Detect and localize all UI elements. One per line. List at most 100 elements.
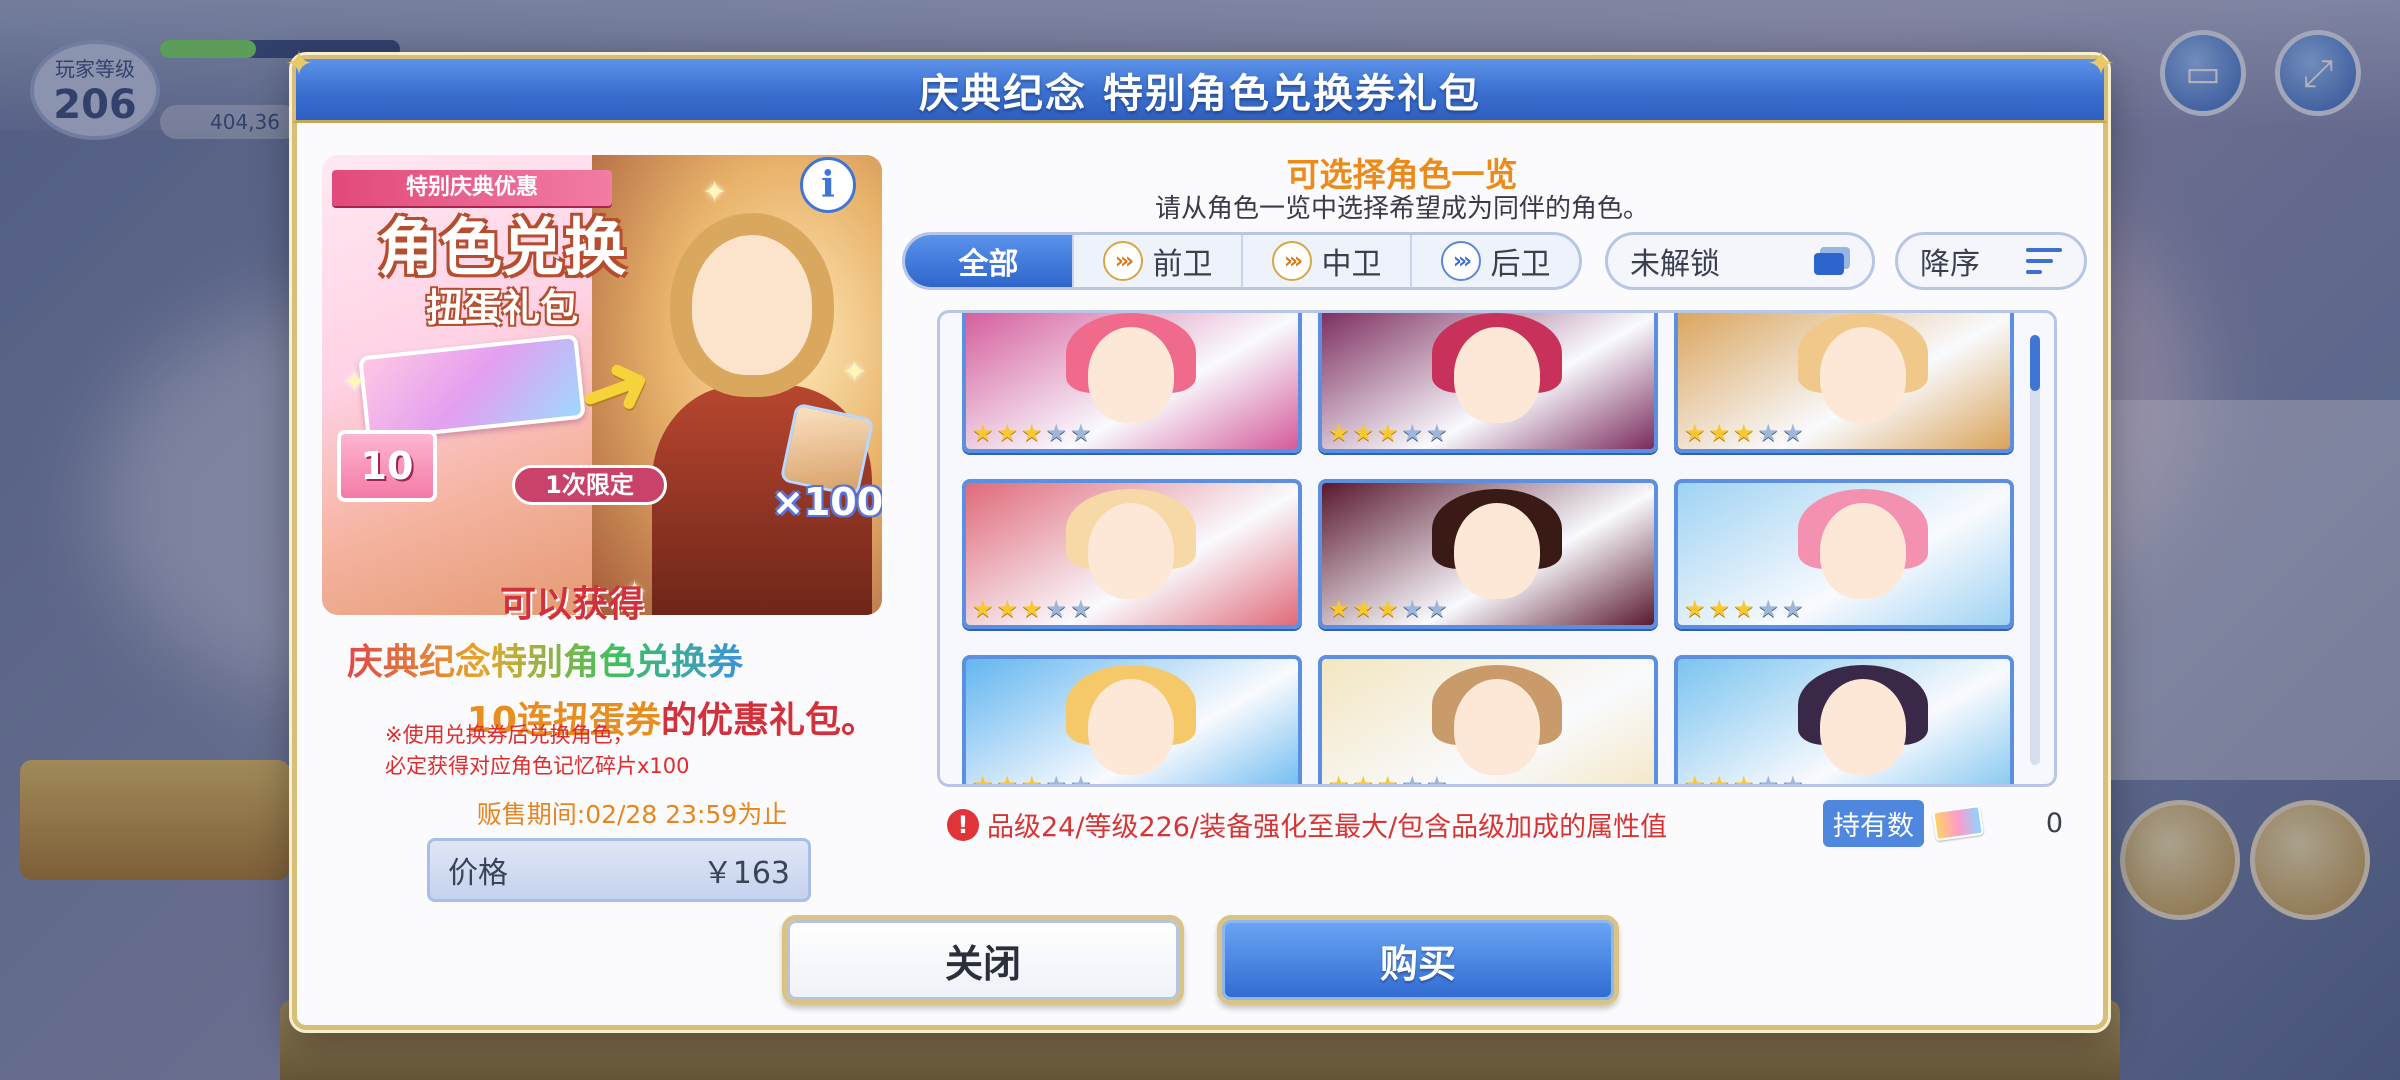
character-card[interactable]: ★ ★ ★ ★ ★ [1674,479,2014,629]
star-icon: ★ [1021,771,1043,787]
scrollbar-thumb[interactable] [2030,335,2040,391]
character-face [1088,327,1174,423]
star-icon: ★ [1733,419,1755,447]
character-card[interactable]: ★ ★ ★ ★ ★ [1318,655,1658,787]
star-icon: ★ [1328,771,1350,787]
character-card[interactable]: ★ ★ ★ ★ ★ [962,479,1302,629]
sale-period: 贩售期间:02/28 23:59为止 [476,800,788,829]
price-label: 价格 [448,856,508,891]
character-card[interactable]: ★ ★ ★ ★ ★ [1318,313,1658,453]
ticket-icon [1932,804,1984,842]
stat-notice-text: 品级24/等级226/装备强化至最大/包含品级加成的属性值 [987,812,1668,843]
star-icon: ★ [1426,595,1448,623]
character-card[interactable]: ★ ★ ★ ★ ★ [1674,655,2014,787]
star-rating: ★ ★ ★ ★ ★ [972,597,1092,621]
purchase-limit-badge: 1次限定 [512,465,667,505]
star-icon: ★ [1757,419,1780,447]
star-icon: ★ [972,419,994,447]
star-icon: ★ [1426,419,1448,447]
middle-position-icon: ››› [1271,241,1312,281]
star-icon: ★ [1352,419,1375,447]
tab-all[interactable]: 全部 [905,235,1074,287]
promo-banner: 特别庆典优惠 角色兑换 扭蛋礼包 ➜ 10 1次限定 ×100 ✦ ✦ ✦ ✦ [322,155,882,615]
star-icon: ★ [996,771,1019,787]
exchange-ticket-icon [358,333,586,442]
star-icon: ★ [1757,595,1780,623]
star-rating: ★ ★ ★ ★ ★ [1328,597,1448,621]
star-icon: ★ [1708,771,1731,787]
promo-note: ※使用兑换券后兑换角色， 必定获得对应角色记忆碎片x100 [385,720,785,782]
star-icon: ★ [1733,595,1755,623]
sort-icon [2026,248,2062,274]
promo-subheadline: 扭蛋礼包 [425,286,578,330]
bundle-dialog: 庆典纪念 特别角色兑换券礼包 ✦ ✦ 特别庆典优惠 角色兑换 扭蛋礼包 ➜ 10… [285,46,2115,1030]
buy-button[interactable]: 购买 [1217,915,1619,1005]
character-face [1088,679,1174,775]
star-icon: ★ [1045,419,1068,447]
star-rating: ★ ★ ★ ★ ★ [972,421,1092,445]
promo-description: 可以获得 庆典纪念特别角色兑换券 10连扭蛋券的优惠礼包。 [327,575,887,743]
star-rating: ★ ★ ★ ★ ★ [1684,771,1804,787]
holding-count: 持有数 0 [1823,799,2063,847]
tab-middle[interactable]: ››› 中卫 [1243,235,1412,287]
star-icon: ★ [972,595,994,623]
star-icon: ★ [1070,771,1092,787]
star-icon: ★ [996,419,1019,447]
dialog-header: 庆典纪念 特别角色兑换券礼包 [292,55,2108,123]
star-icon: ★ [1684,771,1706,787]
tab-front[interactable]: ››› 前卫 [1074,235,1243,287]
star-icon: ★ [1708,419,1731,447]
back-position-icon: ››› [1440,241,1481,281]
holding-label: 持有数 [1823,799,1924,847]
star-icon: ★ [1070,595,1092,623]
character-card[interactable]: ★ ★ ★ ★ ★ [962,313,1302,453]
character-face [1454,503,1540,599]
sort-button[interactable]: 降序 [1895,232,2087,290]
star-icon: ★ [1684,419,1706,447]
info-button[interactable]: i [800,157,856,213]
character-face [692,235,812,375]
character-card[interactable]: ★ ★ ★ ★ ★ [1674,313,2014,453]
character-grid: ★ ★ ★ ★ ★ ★ ★ ★ ★ ★ ★ ★ ★ ★ ★ ★ ★ ★ ★ ★ ★ ★ ★ ★ ★ ★ ★ ★ ★ ★ ★ ★ ★ ★ ★ ★ ★ ★ ★ ★… [962,313,2022,787]
warning-icon: ! [947,808,979,841]
character-face [1820,327,1906,423]
star-icon: ★ [1328,419,1350,447]
star-icon: ★ [1045,771,1068,787]
promo-headline: 角色兑换 [377,211,626,284]
character-face [1454,327,1540,423]
promo-note-line1: ※使用兑换券后兑换角色， [385,723,634,747]
star-icon: ★ [1021,595,1043,623]
tab-label: 前卫 [1152,247,1213,282]
filter-icon [1814,247,1850,275]
star-icon: ★ [1070,419,1092,447]
star-icon: ★ [972,771,994,787]
filter-label: 未解锁 [1630,247,1720,282]
star-icon: ★ [996,595,1019,623]
star-icon: ★ [1328,595,1350,623]
position-tabs: 全部 ››› 前卫 ››› 中卫 ››› 后卫 [902,232,1582,290]
star-icon: ★ [1352,771,1375,787]
sparkle-icon: ✦ [702,175,728,210]
star-rating: ★ ★ ★ ★ ★ [1328,421,1448,445]
holding-count-value: 0 [2045,807,2063,839]
promo-desc-line1: 可以获得 [499,584,644,625]
star-icon: ★ [1045,595,1068,623]
tab-back[interactable]: ››› 后卫 [1412,235,1579,287]
star-icon: ★ [1708,595,1731,623]
filter-button[interactable]: 未解锁 [1605,232,1875,290]
star-icon: ★ [1377,419,1399,447]
stat-notice: ! 品级24/等级226/装备强化至最大/包含品级加成的属性值 [947,805,1667,844]
corner-ornament-icon: ✦ [2086,44,2116,84]
tab-label: 后卫 [1490,247,1551,282]
star-icon: ★ [1782,595,1804,623]
close-button[interactable]: 关闭 [782,915,1184,1005]
character-card[interactable]: ★ ★ ★ ★ ★ [1318,479,1658,629]
promo-note-line2: 必定获得对应角色记忆碎片x100 [385,754,690,778]
scrollbar[interactable] [2030,335,2040,765]
promo-desc-line2: 庆典纪念特别角色兑换券 [347,633,887,685]
dialog-title: 庆典纪念 特别角色兑换券礼包 [919,70,1481,117]
character-face [1088,503,1174,599]
star-icon: ★ [1401,595,1424,623]
character-card[interactable]: ★ ★ ★ ★ ★ [962,655,1302,787]
gacha-ticket-count: 10 [337,430,437,502]
